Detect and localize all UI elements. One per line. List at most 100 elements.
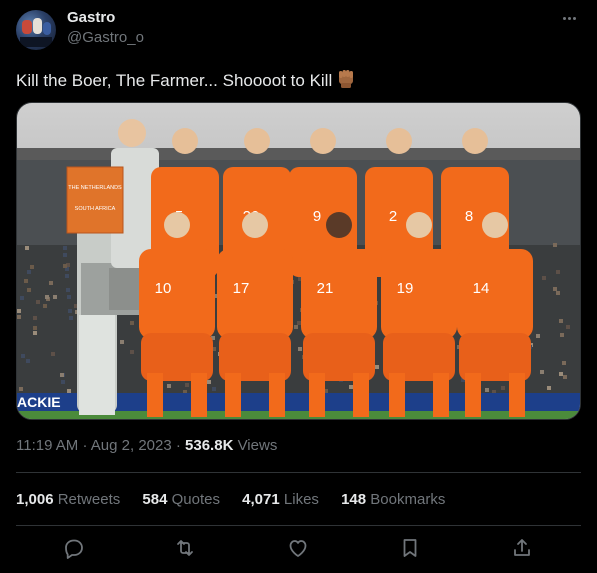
- crowd-spectator: [67, 295, 71, 299]
- tweet-text: Kill the Boer, The Farmer... Shoooot to …: [16, 67, 357, 95]
- jersey-number: 17: [233, 280, 250, 297]
- sign-line-1: THE NETHERLANDS: [68, 185, 122, 191]
- crowd-spectator: [49, 281, 53, 285]
- crowd-spectator: [33, 316, 37, 320]
- crowd-spectator: [60, 373, 64, 377]
- jersey-number: 14: [473, 280, 490, 297]
- crowd-spectator: [130, 321, 134, 325]
- crowd-spectator: [566, 325, 570, 329]
- crowd-spectator: [167, 384, 171, 388]
- jersey-number: 9: [313, 208, 321, 225]
- tweet-time[interactable]: 11:19 AM: [16, 437, 78, 454]
- crowd-spectator: [69, 316, 73, 320]
- crowd-spectator: [185, 383, 189, 387]
- quotes-stat[interactable]: 584 Quotes: [142, 491, 220, 508]
- action-bar: [16, 534, 581, 562]
- avatar[interactable]: [16, 10, 56, 50]
- more-options-icon[interactable]: [559, 10, 579, 26]
- crowd-spectator: [207, 380, 211, 384]
- jersey-number: 2: [389, 208, 397, 225]
- crowd-spectator: [349, 385, 353, 389]
- crowd-spectator: [61, 380, 65, 384]
- crowd-spectator: [375, 365, 379, 369]
- crowd-spectator: [212, 387, 216, 391]
- crowd-spectator: [298, 347, 302, 351]
- quotes-label: Quotes: [171, 491, 220, 508]
- quotes-count: 584: [142, 491, 168, 508]
- crowd-spectator: [553, 287, 557, 291]
- crowd-spectator: [130, 350, 134, 354]
- crowd-spectator: [25, 246, 29, 250]
- crowd-spectator: [563, 375, 567, 379]
- jersey-number: 21: [317, 280, 334, 297]
- crowd-spectator: [559, 372, 563, 376]
- crowd-spectator: [547, 386, 551, 390]
- crowd-spectator: [536, 334, 540, 338]
- jersey-number: 10: [155, 280, 172, 297]
- author-handle[interactable]: @Gastro_o: [67, 29, 144, 46]
- divider: [16, 472, 581, 473]
- crowd-spectator: [17, 309, 21, 313]
- crowd-spectator: [63, 253, 67, 257]
- crowd-spectator: [24, 279, 28, 283]
- retweets-label: Retweets: [57, 491, 121, 508]
- crowd-spectator: [63, 246, 67, 250]
- bookmark-icon[interactable]: [398, 536, 422, 560]
- likes-stat[interactable]: 4,071 Likes: [242, 491, 319, 508]
- crowd-spectator: [540, 370, 544, 374]
- engagement-stats: 1,006 Retweets 584 Quotes 4,071 Likes 14…: [16, 491, 463, 508]
- crowd-spectator: [294, 325, 298, 329]
- crowd-spectator: [43, 304, 47, 308]
- bookmarks-stat[interactable]: 148 Bookmarks: [341, 491, 445, 508]
- retweets-stat[interactable]: 1,006 Retweets: [16, 491, 120, 508]
- crowd-spectator: [20, 296, 24, 300]
- crowd-spectator: [19, 387, 23, 391]
- reply-icon[interactable]: [62, 536, 86, 560]
- crowd-spectator: [120, 340, 124, 344]
- team-photo: ACKIE THE NETHERLANDS SOUTH AFRICA 52092…: [17, 103, 580, 419]
- crowd-spectator: [63, 264, 67, 268]
- share-icon[interactable]: [510, 536, 534, 560]
- views-label: Views: [237, 437, 278, 454]
- crowd-spectator: [559, 319, 563, 323]
- retweet-icon[interactable]: [173, 536, 197, 560]
- crowd-spectator: [542, 276, 546, 280]
- meta-separator: ·: [82, 437, 88, 454]
- views-count: 536.8K: [185, 437, 234, 454]
- crowd-spectator: [556, 291, 560, 295]
- ad-board-text: ACKIE: [17, 394, 61, 410]
- tweet-date[interactable]: Aug 2, 2023: [91, 437, 172, 454]
- author-name[interactable]: Gastro: [67, 9, 115, 26]
- crowd-spectator: [21, 354, 25, 358]
- crowd-spectator: [17, 315, 21, 319]
- crowd-spectator: [297, 321, 301, 325]
- crowd-spectator: [26, 359, 30, 363]
- raised-fist-emoji: [335, 67, 357, 95]
- crowd-spectator: [68, 309, 72, 313]
- crowd-spectator: [562, 361, 566, 365]
- crowd-spectator: [485, 388, 489, 392]
- crowd-spectator: [30, 265, 34, 269]
- tweet-image[interactable]: ACKIE THE NETHERLANDS SOUTH AFRICA 52092…: [16, 102, 581, 420]
- meta-separator: ·: [175, 437, 181, 454]
- crowd-spectator: [556, 270, 560, 274]
- crowd-spectator: [36, 300, 40, 304]
- crowd-spectator: [67, 389, 71, 393]
- jersey-number: 19: [397, 280, 414, 297]
- likes-label: Likes: [283, 491, 319, 508]
- crowd-spectator: [53, 295, 57, 299]
- jersey-number: 8: [465, 208, 473, 225]
- crowd-spectator: [553, 243, 557, 247]
- crowd-spectator: [45, 295, 49, 299]
- crowd-spectator: [27, 270, 31, 274]
- like-icon[interactable]: [286, 536, 310, 560]
- crowd-spectator: [66, 288, 70, 292]
- retweets-count: 1,006: [16, 491, 54, 508]
- crowd-spectator: [501, 386, 505, 390]
- crowd-spectator: [65, 274, 69, 278]
- bookmarks-count: 148: [341, 491, 367, 508]
- crowd-spectator: [560, 333, 564, 337]
- likes-count: 4,071: [242, 491, 280, 508]
- bookmarks-label: Bookmarks: [370, 491, 446, 508]
- tweet-body: Kill the Boer, The Farmer... Shoooot to …: [16, 71, 333, 90]
